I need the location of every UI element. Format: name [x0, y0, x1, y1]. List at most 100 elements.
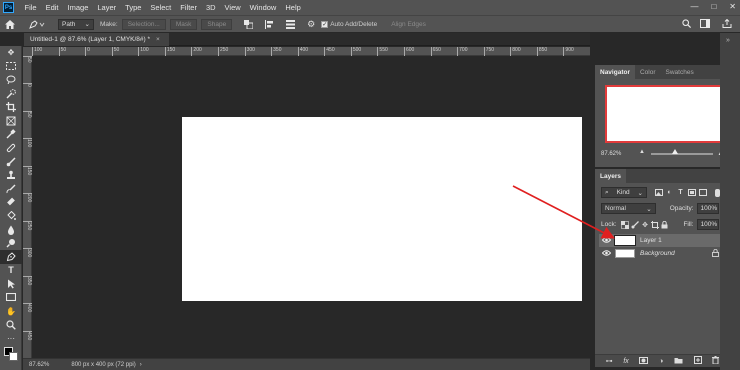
lock-artboard-icon[interactable]: [650, 219, 660, 230]
clone-stamp-tool-icon[interactable]: [0, 168, 22, 182]
collapse-panels-icon[interactable]: »: [726, 37, 730, 44]
menu-file[interactable]: File: [20, 3, 41, 12]
navigator-thumbnail[interactable]: [605, 85, 727, 143]
add-layer-style-icon[interactable]: fx: [623, 358, 628, 365]
blur-tool-icon[interactable]: [0, 223, 22, 237]
menu-edit[interactable]: Edit: [41, 3, 63, 12]
menu-window[interactable]: Window: [245, 3, 281, 12]
zoom-tool-icon[interactable]: [0, 318, 22, 332]
fill-input[interactable]: 100%: [696, 219, 719, 230]
eye-icon[interactable]: [601, 236, 611, 245]
add-layer-mask-icon[interactable]: [639, 356, 649, 366]
make-mask-button[interactable]: Mask: [169, 18, 198, 30]
chevron-right-icon[interactable]: ›: [140, 362, 142, 368]
opacity-input[interactable]: 100%: [696, 203, 719, 214]
align-edges-option[interactable]: Align Edges: [391, 21, 426, 28]
paint-bucket-tool-icon[interactable]: [0, 209, 22, 223]
type-tool-icon[interactable]: T: [0, 264, 22, 278]
eye-icon[interactable]: [601, 249, 611, 258]
more-tools-icon[interactable]: ···: [0, 331, 22, 345]
layer-name[interactable]: Layer 1: [640, 237, 662, 244]
home-icon[interactable]: [0, 19, 20, 29]
path-selection-tool-icon[interactable]: [0, 277, 22, 291]
make-selection-button[interactable]: Selection...: [121, 18, 166, 30]
layer-filter-row: ⌕ Kind ⌄ ◐ T: [601, 187, 723, 198]
status-zoom[interactable]: 87.62%: [29, 362, 49, 368]
menu-image[interactable]: Image: [63, 3, 93, 12]
document-canvas[interactable]: [182, 117, 582, 301]
document-tab[interactable]: Untitled-1 @ 87.6% (Layer 1, CMYK/8#) * …: [24, 33, 169, 46]
filter-shape-icon[interactable]: [686, 187, 697, 198]
eyedropper-tool-icon[interactable]: [0, 128, 22, 142]
make-shape-button[interactable]: Shape: [201, 18, 233, 30]
zoom-out-icon[interactable]: ▲: [639, 149, 645, 155]
layer-name[interactable]: Background: [640, 250, 675, 257]
blend-mode-select[interactable]: Normal ⌄: [601, 203, 656, 214]
menu-3d[interactable]: 3D: [201, 3, 220, 12]
pen-tool-icon[interactable]: [0, 249, 22, 264]
menu-layer[interactable]: Layer: [93, 3, 121, 12]
rectangle-tool-icon[interactable]: [0, 291, 22, 305]
auto-add-delete-checkbox[interactable]: ✓ Auto Add/Delete: [321, 20, 377, 28]
healing-brush-tool-icon[interactable]: [0, 141, 22, 155]
move-tool-icon[interactable]: ✥: [0, 46, 22, 60]
delete-layer-icon[interactable]: [712, 356, 720, 366]
crop-tool-icon[interactable]: [0, 100, 22, 114]
filter-adjustment-icon[interactable]: ◐: [664, 187, 675, 198]
tab-navigator[interactable]: Navigator: [595, 65, 635, 79]
quick-selection-tool-icon[interactable]: [0, 87, 22, 101]
filter-smart-object-icon[interactable]: [697, 187, 708, 198]
minimize-icon[interactable]: —: [690, 2, 698, 11]
gear-icon[interactable]: ⚙: [305, 19, 317, 30]
search-icon[interactable]: [681, 19, 691, 28]
lock-all-icon[interactable]: [660, 219, 670, 230]
canvas-workspace[interactable]: [33, 57, 590, 358]
dodge-tool-icon[interactable]: [0, 236, 22, 250]
layer-row-background[interactable]: Background: [599, 247, 725, 260]
tab-layers[interactable]: Layers: [595, 169, 626, 183]
new-adjustment-layer-icon[interactable]: ◑: [659, 358, 663, 365]
zoom-slider-handle[interactable]: [672, 149, 678, 154]
pen-tool-preset-icon[interactable]: [26, 19, 48, 29]
brush-tool-icon[interactable]: [0, 155, 22, 169]
filter-pixel-icon[interactable]: [653, 187, 664, 198]
lock-image-icon[interactable]: [630, 219, 640, 230]
frame-tool-icon[interactable]: [0, 114, 22, 128]
background-color-swatch[interactable]: [9, 352, 18, 362]
workspace-icon[interactable]: [699, 19, 711, 28]
path-mode-select[interactable]: Path ⌄: [58, 18, 94, 30]
lock-position-icon[interactable]: ✥: [640, 219, 650, 230]
menu-help[interactable]: Help: [281, 3, 305, 12]
zoom-slider[interactable]: [651, 153, 713, 155]
close-icon[interactable]: ✕: [729, 2, 736, 11]
new-group-icon[interactable]: [674, 357, 683, 366]
tab-color[interactable]: Color: [635, 65, 661, 79]
lock-icon[interactable]: [712, 248, 719, 259]
maximize-icon[interactable]: □: [711, 2, 716, 11]
share-icon[interactable]: [718, 19, 736, 28]
filter-type-icon[interactable]: T: [675, 187, 686, 198]
layer-row-layer-1[interactable]: Layer 1: [599, 234, 725, 247]
ruler-horizontal: 100 50 0 50 100 150 200 250 300 350 400 450 500 550 60…: [32, 47, 590, 56]
tab-swatches[interactable]: Swatches: [661, 65, 699, 79]
layer-filter-select[interactable]: ⌕ Kind ⌄: [601, 187, 647, 198]
menu-type[interactable]: Type: [121, 3, 146, 12]
path-alignment-icon[interactable]: [263, 19, 275, 29]
path-operations-icon[interactable]: [242, 19, 254, 29]
lasso-tool-icon[interactable]: [0, 73, 22, 87]
link-layers-icon[interactable]: ⊶: [606, 357, 613, 365]
path-arrangement-icon[interactable]: [284, 19, 296, 29]
marquee-tool-icon[interactable]: [0, 60, 22, 74]
navigator-zoom-value[interactable]: 87.62%: [601, 151, 621, 157]
menu-select[interactable]: Select: [146, 3, 176, 12]
menu-filter[interactable]: Filter: [176, 3, 202, 12]
hand-tool-icon[interactable]: ✋: [0, 304, 22, 318]
new-layer-icon[interactable]: [693, 356, 702, 366]
close-tab-icon[interactable]: ×: [156, 36, 160, 43]
color-swatches[interactable]: [0, 345, 22, 365]
lock-transparent-icon[interactable]: [621, 219, 631, 230]
eraser-tool-icon[interactable]: [0, 196, 22, 210]
history-brush-tool-icon[interactable]: [0, 182, 22, 196]
ruler-tick-label: 50: [23, 56, 32, 70]
menu-view[interactable]: View: [220, 3, 245, 12]
